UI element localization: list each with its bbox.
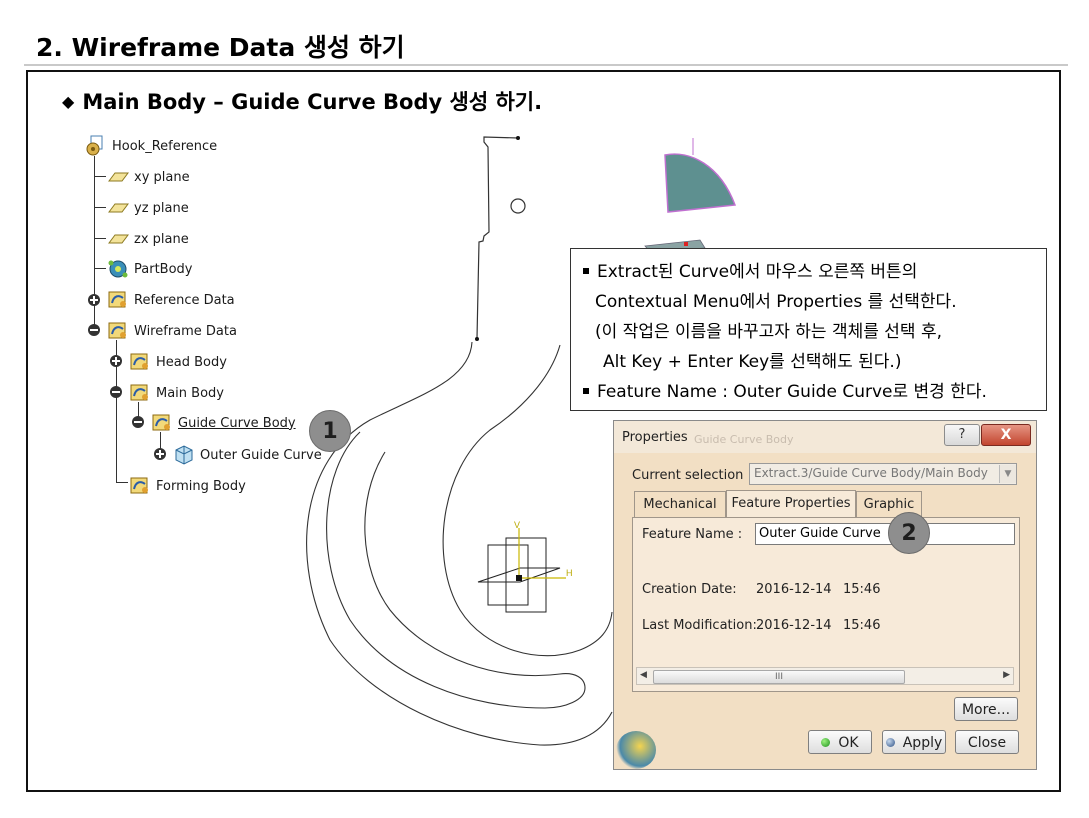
step-badge-2: 2 [888,512,930,554]
callout-line-1: Extract된 Curve에서 마우스 오른쪽 버튼의 [581,257,1036,287]
tree-item-label: Hook_Reference [112,138,218,154]
scroll-left-icon[interactable]: ◀ [640,670,647,680]
square-bullet-icon [583,387,589,394]
product-icon [86,135,103,156]
tab-mechanical[interactable]: Mechanical [634,491,726,517]
tree-item-xy-plane[interactable]: xy plane [106,165,190,189]
step-badge-1: 1 [309,410,351,452]
callout-line-3: (이 작업은 이름을 바꾸고자 하는 객체를 선택 후, [595,322,943,342]
current-selection-label: Current selection : [632,468,752,483]
instruction-callout: Extract된 Curve에서 마우스 오른쪽 버튼의 Contextual … [570,248,1047,411]
help-button[interactable]: ? [944,424,980,446]
collapse-wireframe-data-icon[interactable] [88,324,100,336]
background-artifact [616,731,656,769]
apply-status-icon [885,738,895,747]
callout-line-4: Alt Key + Enter Key를 선택해도 된다.) [603,352,902,372]
tree-item-label: yz plane [134,200,189,216]
expand-reference-data-icon[interactable] [88,294,100,306]
properties-dialog: Properties Guide Curve Body ? X Current … [613,420,1037,770]
plane-icon [108,203,129,213]
more-button[interactable]: More... [954,697,1018,721]
plane-icon [108,234,129,244]
expand-head-body-icon[interactable] [110,355,122,367]
scroll-thumb[interactable]: III [653,670,905,684]
last-modification-time: 15:46 [843,618,881,633]
tree-item-label: Main Body [156,385,224,401]
collapse-guide-curve-body-icon[interactable] [132,416,144,428]
ok-button[interactable]: OK [808,730,872,754]
tree-item-label: Forming Body [156,478,246,494]
expand-outer-guide-curve-icon[interactable] [154,448,166,460]
last-modification-label: Last Modification: [642,618,757,633]
creation-time-value: 15:46 [843,582,881,597]
tree-item-label: Reference Data [134,292,235,308]
tree-item-reference-data[interactable]: Reference Data [106,288,235,312]
tree-item-zx-plane[interactable]: zx plane [106,227,189,251]
scroll-right-icon[interactable]: ▶ [1003,670,1010,680]
geometrical-set-icon [108,322,126,339]
tree-item-partbody[interactable]: PartBody [106,257,192,281]
close-icon[interactable]: X [981,424,1031,446]
geometrical-set-icon [108,291,126,308]
tree-item-label: Wireframe Data [134,323,237,339]
creation-date-label: Creation Date: [642,582,737,597]
last-modification-date: 2016-12-14 [756,618,832,633]
dialog-ghost-title: Guide Curve Body [694,433,794,446]
tree-item-label: Outer Guide Curve [200,447,322,463]
tree-item-forming-body[interactable]: Forming Body [128,474,246,498]
tree-item-yz-plane[interactable]: yz plane [106,196,189,220]
tree-item-label: Guide Curve Body [178,415,296,431]
extract-icon [175,445,193,465]
dialog-title: Properties [622,430,688,445]
tree-item-label: xy plane [134,169,190,185]
close-button[interactable]: Close [955,730,1019,754]
geometrical-set-icon [130,477,148,494]
tree-item-label: zx plane [134,231,189,247]
current-selection-dropdown[interactable]: Extract.3/Guide Curve Body/Main Body [749,463,1017,485]
plane-icon [108,172,129,182]
tree-item-label: PartBody [134,261,193,277]
ok-status-icon [821,738,831,747]
square-bullet-icon [583,267,589,274]
geometrical-set-icon [152,414,170,431]
tab-feature-properties[interactable]: Feature Properties [726,490,856,518]
geometrical-set-icon [130,353,148,370]
tree-item-outer-guide-curve[interactable]: Outer Guide Curve [172,443,322,467]
tree-item-wireframe-data[interactable]: Wireframe Data [106,319,237,343]
tree-item-guide-curve-body[interactable]: Guide Curve Body [150,411,296,435]
callout-line-5: Feature Name : Outer Guide Curve로 변경 한다. [581,377,1036,407]
callout-line-2: Contextual Menu에서 Properties 를 선택한다. [595,292,957,312]
apply-button[interactable]: Apply [882,730,946,754]
tree-item-hook-reference[interactable]: Hook_Reference [84,134,217,158]
feature-name-label: Feature Name : [642,527,743,542]
chevron-down-icon[interactable]: ▼ [999,465,1016,483]
tree-item-head-body[interactable]: Head Body [128,350,227,374]
tree-item-main-body[interactable]: Main Body [128,381,224,405]
horizontal-scrollbar[interactable]: ◀ III ▶ [636,667,1014,685]
collapse-main-body-icon[interactable] [110,386,122,398]
tree-item-label: Head Body [156,354,227,370]
creation-date-value: 2016-12-14 [756,582,832,597]
feature-name-field[interactable]: Outer Guide Curve [755,523,1015,545]
gear-body-icon [108,260,128,278]
geometrical-set-icon [130,384,148,401]
